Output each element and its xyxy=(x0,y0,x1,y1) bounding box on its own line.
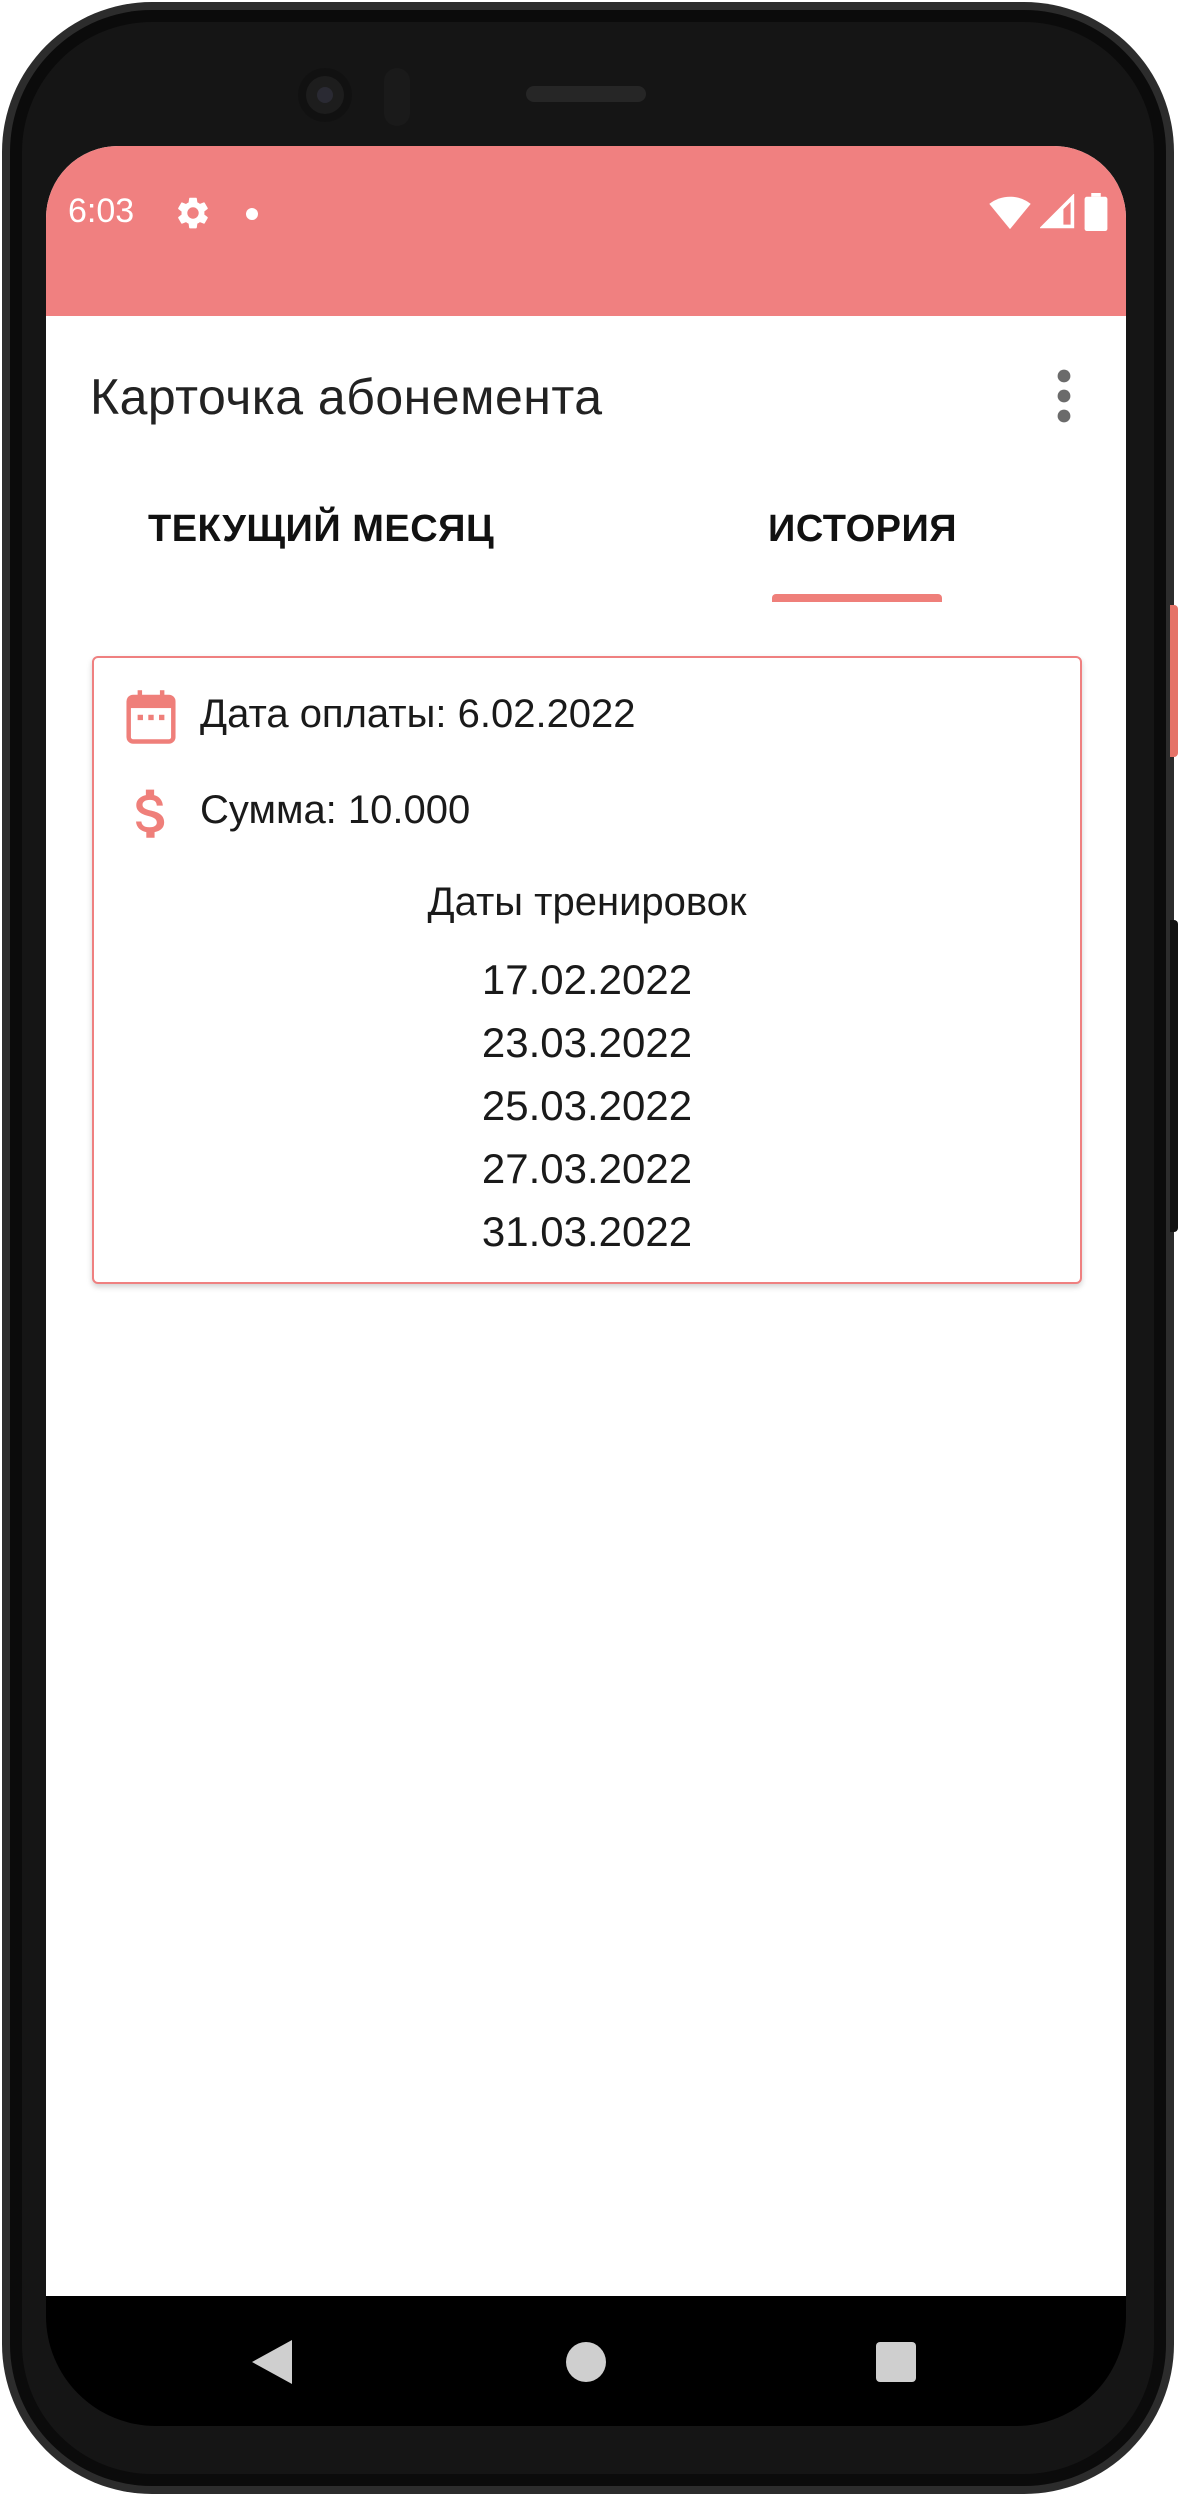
phone-device: 6:03 Карточка абонемента ТЕКУЩИЙ МЕСЯЦ И… xyxy=(0,0,1178,2498)
notification-dot-icon xyxy=(246,208,258,220)
training-date: 25.03.2022 xyxy=(481,1082,693,1129)
training-dates-list: 17.02.2022 23.03.2022 25.03.2022 27.03.2… xyxy=(94,948,1080,1263)
page-title: Карточка абонемента xyxy=(90,369,603,425)
navigation-bar xyxy=(46,2296,1126,2426)
wifi-icon xyxy=(989,196,1031,230)
volume-button[interactable] xyxy=(1170,920,1178,1232)
payment-date: Дата оплаты: 6.02.2022 xyxy=(200,692,636,736)
training-date: 17.02.2022 xyxy=(481,956,693,1003)
training-dates-heading: Даты тренировок xyxy=(427,880,747,924)
cellular-signal-icon xyxy=(1040,194,1075,229)
overflow-menu-icon[interactable] xyxy=(1044,368,1084,424)
tab-indicator xyxy=(772,594,942,602)
dollar-icon xyxy=(136,789,165,838)
payment-sum: Сумма: 10.000 xyxy=(200,788,471,832)
battery-icon xyxy=(1084,193,1108,231)
earpiece-speaker xyxy=(526,86,646,102)
training-date: 27.03.2022 xyxy=(481,1145,693,1192)
subscription-card: Дата оплаты: 6.02.2022 Сумма: 10.000 Дат… xyxy=(92,656,1082,1284)
tab-current-month[interactable]: ТЕКУЩИЙ МЕСЯЦ xyxy=(148,508,494,551)
status-icons xyxy=(988,192,1108,232)
proximity-sensor xyxy=(384,68,410,126)
training-date: 31.03.2022 xyxy=(481,1208,693,1255)
calendar-icon xyxy=(126,690,176,744)
screen: 6:03 Карточка абонемента ТЕКУЩИЙ МЕСЯЦ И… xyxy=(46,146,1126,2296)
status-bar: 6:03 xyxy=(46,146,1126,316)
training-date: 23.03.2022 xyxy=(481,1019,693,1066)
tab-history[interactable]: ИСТОРИЯ xyxy=(768,508,957,551)
gear-icon xyxy=(178,197,208,229)
back-icon[interactable] xyxy=(252,2340,292,2384)
recents-icon[interactable] xyxy=(876,2342,916,2382)
power-button[interactable] xyxy=(1170,605,1178,757)
home-icon[interactable] xyxy=(566,2342,606,2382)
status-time: 6:03 xyxy=(68,192,135,230)
